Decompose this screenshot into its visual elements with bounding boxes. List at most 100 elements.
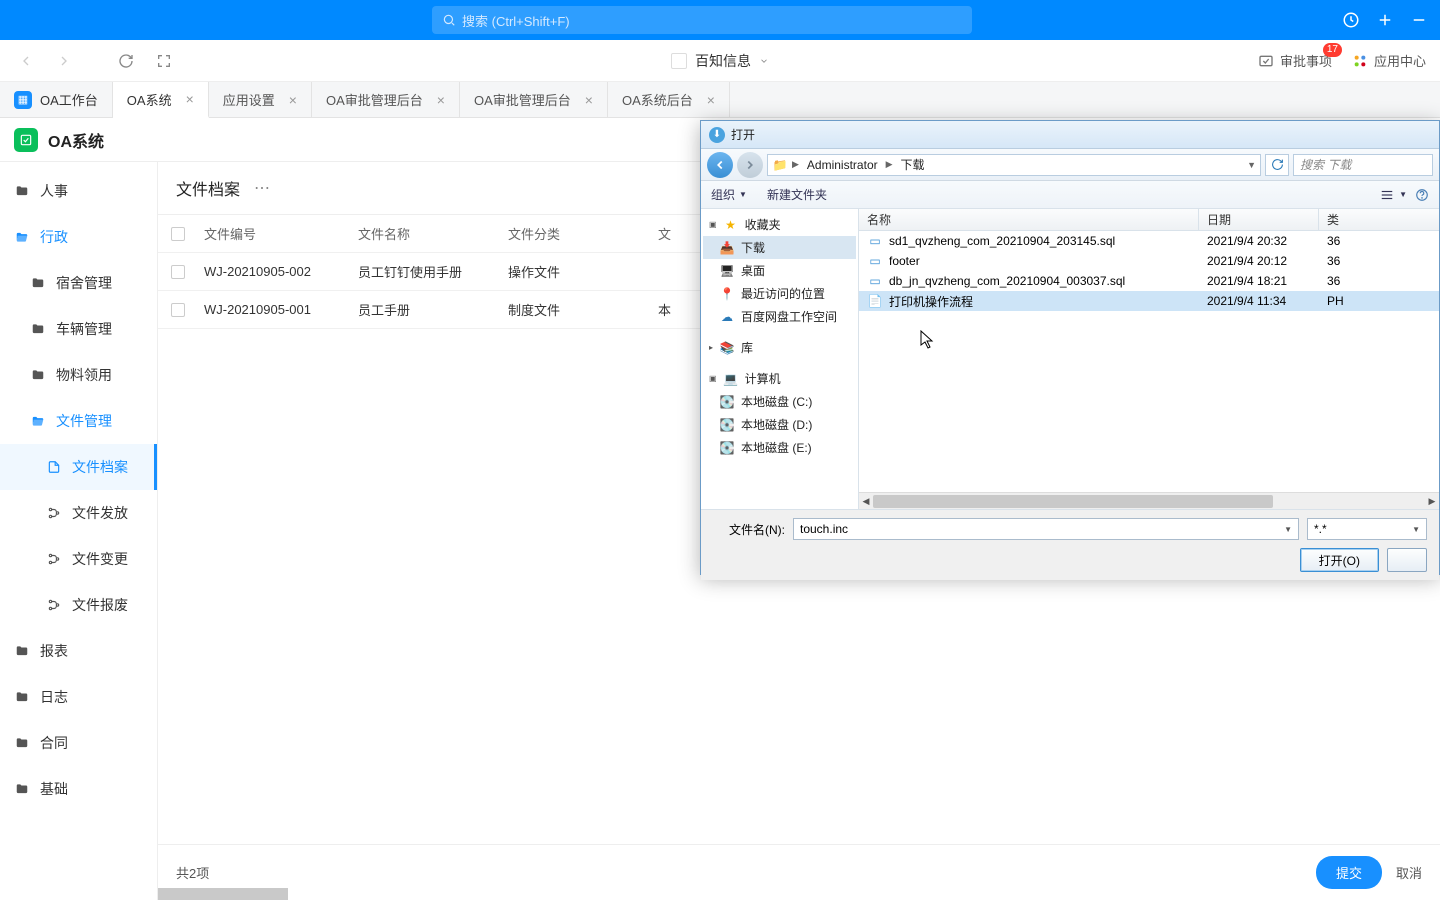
tree-disk-d[interactable]: 💽本地磁盘 (D:) <box>703 413 856 436</box>
tab-item[interactable]: OA系统后台× <box>608 82 730 117</box>
dialog-refresh-button[interactable] <box>1265 154 1289 176</box>
select-all-checkbox[interactable] <box>171 227 185 241</box>
scroll-thumb[interactable] <box>873 495 1273 508</box>
filename-label: 文件名(N): <box>713 521 785 538</box>
text-file-icon: 📄 <box>867 294 883 308</box>
tree-disk-c[interactable]: 💽本地磁盘 (C:) <box>703 390 856 413</box>
row-checkbox[interactable] <box>171 303 185 317</box>
path-seg-user[interactable]: Administrator <box>803 158 882 172</box>
tree-favorites[interactable]: ▣★收藏夹 <box>703 213 856 236</box>
sidebar-item[interactable]: 合同 <box>0 720 157 766</box>
horizontal-scrollbar[interactable]: ◀ ▶ <box>859 492 1439 509</box>
appcenter-link[interactable]: 应用中心 <box>1352 51 1426 70</box>
dialog-titlebar[interactable]: ⬇ 打开 <box>701 121 1439 149</box>
path-dropdown-icon[interactable]: ▼ <box>1247 160 1256 170</box>
close-icon[interactable]: × <box>289 92 297 108</box>
open-button[interactable]: 打开(O) <box>1300 548 1379 572</box>
col-type[interactable]: 类 <box>1319 209 1439 230</box>
col-date[interactable]: 日期 <box>1199 209 1319 230</box>
forward-button[interactable] <box>52 49 76 73</box>
sidebar-item[interactable]: 人事 <box>0 168 157 214</box>
sidebar-item[interactable]: 基础 <box>0 766 157 812</box>
filename-input[interactable]: touch.inc▼ <box>793 518 1299 540</box>
sidebar-item[interactable]: 文件档案 <box>0 444 157 490</box>
approval-link[interactable]: 审批事项 17 <box>1258 51 1332 70</box>
dialog-back-button[interactable] <box>707 152 733 178</box>
computer-icon: 💻 <box>723 372 739 386</box>
file-row[interactable]: ▭footer2021/9/4 20:1236 <box>859 251 1439 271</box>
help-button[interactable] <box>1415 188 1429 202</box>
close-icon[interactable]: × <box>585 92 593 108</box>
close-icon[interactable]: × <box>186 91 194 107</box>
new-folder-button[interactable]: 新建文件夹 <box>767 186 827 203</box>
path-bar[interactable]: 📁 ▶ Administrator ▶ 下载 ▼ <box>767 154 1261 176</box>
tab-item[interactable]: OA系统× <box>113 82 209 118</box>
close-icon[interactable]: × <box>707 92 715 108</box>
sidebar-item[interactable]: 文件变更 <box>0 536 157 582</box>
sidebar-item[interactable]: 文件发放 <box>0 490 157 536</box>
sidebar-item[interactable]: 车辆管理 <box>0 306 157 352</box>
tab-item[interactable]: OA审批管理后台× <box>460 82 608 117</box>
sidebar-item[interactable]: 物料领用 <box>0 352 157 398</box>
sidebar-item-label: 基础 <box>40 779 68 799</box>
folder-icon <box>14 184 30 198</box>
refresh-button[interactable] <box>114 49 138 73</box>
sidebar-item[interactable]: 报表 <box>0 628 157 674</box>
fullscreen-button[interactable] <box>152 49 176 73</box>
dialog-search[interactable]: 搜索 下载 <box>1293 154 1433 176</box>
chevron-down-icon[interactable]: ▼ <box>1412 525 1420 534</box>
more-menu[interactable]: ⋯ <box>254 178 272 198</box>
file-row[interactable]: 📄打印机操作流程2021/9/4 11:34PH <box>859 291 1439 311</box>
dialog-cancel-button[interactable] <box>1387 548 1427 572</box>
org-selector[interactable]: 百知信息 <box>671 51 769 71</box>
file-date: 2021/9/4 18:21 <box>1199 271 1319 291</box>
filter-select[interactable]: *.*▼ <box>1307 518 1427 540</box>
sidebar-item-label: 合同 <box>40 733 68 753</box>
sidebar-item[interactable]: 文件报废 <box>0 582 157 628</box>
path-seg-downloads[interactable]: 下载 <box>897 156 929 173</box>
sidebar-item[interactable]: 日志 <box>0 674 157 720</box>
tab-home[interactable]: ▦ OA工作台 <box>0 82 113 117</box>
scroll-thumb[interactable] <box>158 888 288 900</box>
row-checkbox[interactable] <box>171 265 185 279</box>
tree-computer[interactable]: ▣💻计算机 <box>703 367 856 390</box>
sidebar-item[interactable]: 行政 <box>0 214 157 260</box>
cancel-button[interactable]: 取消 <box>1396 863 1422 882</box>
organize-menu[interactable]: 组织 ▼ <box>711 186 747 203</box>
col-file-number[interactable]: 文件编号 <box>198 224 358 243</box>
sidebar-item-label: 宿舍管理 <box>56 273 112 293</box>
sidebar-item[interactable]: 宿舍管理 <box>0 260 157 306</box>
tree-library[interactable]: ▸📚库 <box>703 336 856 359</box>
tree-disk-e[interactable]: 💽本地磁盘 (E:) <box>703 436 856 459</box>
file-row[interactable]: ▭sd1_qvzheng_com_20210904_203145.sql2021… <box>859 231 1439 251</box>
folder-icon <box>14 644 30 658</box>
scroll-right-icon[interactable]: ▶ <box>1425 493 1439 510</box>
file-row[interactable]: ▭db_jn_qvzheng_com_20210904_003037.sql20… <box>859 271 1439 291</box>
scroll-left-icon[interactable]: ◀ <box>859 493 873 510</box>
sidebar-item[interactable]: 文件管理 <box>0 398 157 444</box>
back-button[interactable] <box>14 49 38 73</box>
file-open-dialog: ⬇ 打开 📁 ▶ Administrator ▶ 下载 ▼ 搜索 下载 组织 ▼… <box>700 120 1440 575</box>
tree-recent[interactable]: 📍最近访问的位置 <box>703 282 856 305</box>
tab-item[interactable]: OA审批管理后台× <box>312 82 460 117</box>
cell-category: 操作文件 <box>508 262 658 281</box>
col-file-name[interactable]: 文件名称 <box>358 224 508 243</box>
tree-desktop[interactable]: 🖥桌面 <box>703 259 856 282</box>
tree-downloads[interactable]: 📥下载 <box>703 236 856 259</box>
plus-icon[interactable] <box>1376 11 1394 29</box>
home-app-icon: ▦ <box>14 91 32 109</box>
col-file-category[interactable]: 文件分类 <box>508 224 658 243</box>
global-search[interactable]: 搜索 (Ctrl+Shift+F) <box>432 6 972 34</box>
chevron-down-icon[interactable]: ▼ <box>1284 525 1292 534</box>
tree-baidu[interactable]: ☁百度网盘工作空间 <box>703 305 856 328</box>
tab-item[interactable]: 应用设置× <box>209 82 312 117</box>
sidebar-item-label: 车辆管理 <box>56 319 112 339</box>
history-icon[interactable] <box>1342 11 1360 29</box>
submit-button[interactable]: 提交 <box>1316 856 1382 889</box>
file-date: 2021/9/4 20:32 <box>1199 231 1319 251</box>
close-icon[interactable]: × <box>437 92 445 108</box>
dialog-forward-button[interactable] <box>737 152 763 178</box>
view-menu[interactable]: ▼ <box>1379 188 1407 202</box>
col-name[interactable]: 名称 <box>859 209 1199 230</box>
minimize-icon[interactable] <box>1410 11 1428 29</box>
